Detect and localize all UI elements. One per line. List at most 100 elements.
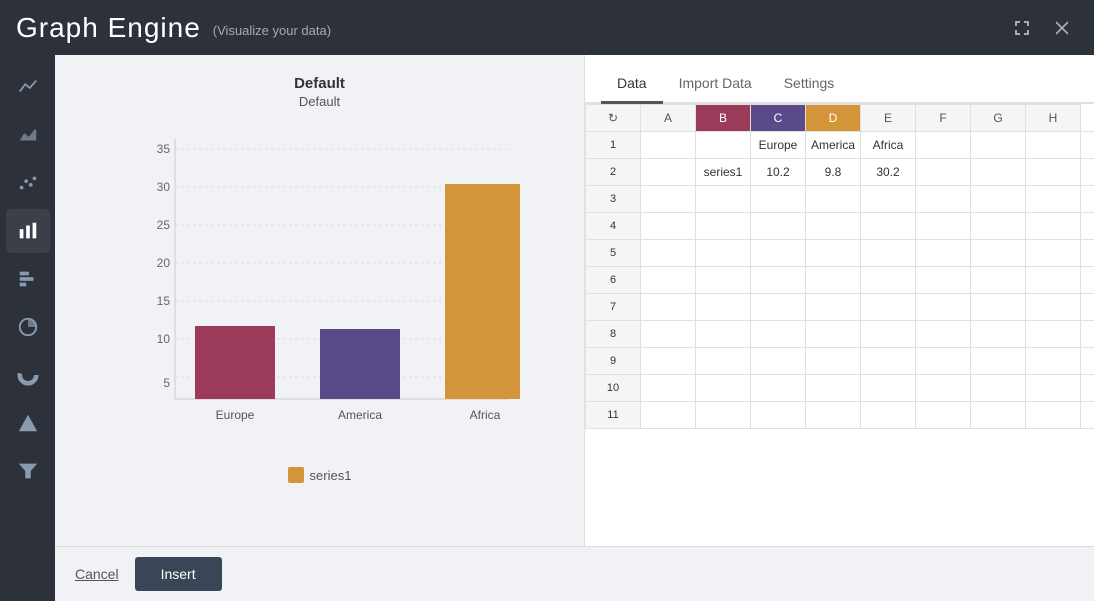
sidebar-item-scatter[interactable] [6, 161, 50, 205]
cell-r1-c6[interactable] [971, 132, 1026, 159]
cell-r3-c1[interactable] [696, 186, 751, 213]
cell-r2-c4[interactable]: 30.2 [861, 159, 916, 186]
cell-r7-c0[interactable] [641, 294, 696, 321]
cell-r5-c0[interactable] [641, 240, 696, 267]
cell-r4-c4[interactable] [861, 213, 916, 240]
cell-r5-c6[interactable] [971, 240, 1026, 267]
cell-r5-c7[interactable] [1026, 240, 1081, 267]
cell-r2-c6[interactable] [971, 159, 1026, 186]
spreadsheet-scroll[interactable]: ↻ A B C D E F G H 1 [585, 104, 1094, 549]
cell-r10-c8[interactable] [1081, 375, 1094, 402]
cell-r7-c2[interactable] [751, 294, 806, 321]
tab-data[interactable]: Data [601, 67, 663, 104]
cell-r8-c3[interactable] [806, 321, 861, 348]
cell-r11-c0[interactable] [641, 402, 696, 429]
cell-r9-c1[interactable] [696, 348, 751, 375]
cell-r10-c6[interactable] [971, 375, 1026, 402]
cell-r7-c5[interactable] [916, 294, 971, 321]
cell-r6-c3[interactable] [806, 267, 861, 294]
cell-r6-c6[interactable] [971, 267, 1026, 294]
cell-r10-c4[interactable] [861, 375, 916, 402]
close-button[interactable] [1046, 12, 1078, 44]
cell-r4-c8[interactable] [1081, 213, 1094, 240]
sidebar-item-bar[interactable] [6, 209, 50, 253]
cell-r10-c7[interactable] [1026, 375, 1081, 402]
cell-r8-c7[interactable] [1026, 321, 1081, 348]
cell-r8-c2[interactable] [751, 321, 806, 348]
cell-r8-c4[interactable] [861, 321, 916, 348]
cell-r4-c5[interactable] [916, 213, 971, 240]
cell-r9-c7[interactable] [1026, 348, 1081, 375]
cell-r10-c2[interactable] [751, 375, 806, 402]
cell-r4-c6[interactable] [971, 213, 1026, 240]
cell-r9-c8[interactable] [1081, 348, 1094, 375]
cell-r7-c3[interactable] [806, 294, 861, 321]
cell-r10-c1[interactable] [696, 375, 751, 402]
cell-r8-c5[interactable] [916, 321, 971, 348]
cell-r6-c7[interactable] [1026, 267, 1081, 294]
cell-r6-c2[interactable] [751, 267, 806, 294]
cell-r1-c8[interactable] [1081, 132, 1094, 159]
cell-r1-c2[interactable]: Europe [751, 132, 806, 159]
sidebar-item-hbar[interactable] [6, 257, 50, 301]
cell-r8-c0[interactable] [641, 321, 696, 348]
cell-r1-c0[interactable] [641, 132, 696, 159]
cell-r11-c6[interactable] [971, 402, 1026, 429]
cell-r9-c6[interactable] [971, 348, 1026, 375]
cell-r2-c5[interactable] [916, 159, 971, 186]
cell-r1-c4[interactable]: Africa [861, 132, 916, 159]
cell-r2-c7[interactable] [1026, 159, 1081, 186]
cell-r11-c8[interactable] [1081, 402, 1094, 429]
insert-button[interactable]: Insert [135, 557, 222, 591]
cell-r3-c4[interactable] [861, 186, 916, 213]
cell-r6-c4[interactable] [861, 267, 916, 294]
cell-r9-c5[interactable] [916, 348, 971, 375]
cell-r9-c4[interactable] [861, 348, 916, 375]
cell-r7-c7[interactable] [1026, 294, 1081, 321]
cell-r7-c4[interactable] [861, 294, 916, 321]
tab-import[interactable]: Import Data [663, 67, 768, 104]
cell-r3-c8[interactable] [1081, 186, 1094, 213]
cell-r11-c4[interactable] [861, 402, 916, 429]
cell-r6-c0[interactable] [641, 267, 696, 294]
cell-r4-c1[interactable] [696, 213, 751, 240]
cell-r5-c8[interactable] [1081, 240, 1094, 267]
cell-r3-c0[interactable] [641, 186, 696, 213]
sidebar-item-triangle[interactable] [6, 401, 50, 445]
cell-r2-c8[interactable] [1081, 159, 1094, 186]
cell-r4-c3[interactable] [806, 213, 861, 240]
cell-r4-c2[interactable] [751, 213, 806, 240]
cell-r1-c3[interactable]: America [806, 132, 861, 159]
cell-r8-c6[interactable] [971, 321, 1026, 348]
cell-r5-c1[interactable] [696, 240, 751, 267]
cell-r11-c2[interactable] [751, 402, 806, 429]
cell-r11-c7[interactable] [1026, 402, 1081, 429]
cell-r4-c0[interactable] [641, 213, 696, 240]
tab-settings[interactable]: Settings [768, 67, 851, 104]
cell-r2-c1[interactable]: series1 [696, 159, 751, 186]
cell-r6-c5[interactable] [916, 267, 971, 294]
cell-r7-c6[interactable] [971, 294, 1026, 321]
sidebar-item-line[interactable] [6, 65, 50, 109]
cell-r6-c1[interactable] [696, 267, 751, 294]
cell-r5-c5[interactable] [916, 240, 971, 267]
cell-r11-c3[interactable] [806, 402, 861, 429]
cell-r11-c1[interactable] [696, 402, 751, 429]
cell-r9-c0[interactable] [641, 348, 696, 375]
cell-r8-c1[interactable] [696, 321, 751, 348]
cell-r10-c5[interactable] [916, 375, 971, 402]
cell-r9-c3[interactable] [806, 348, 861, 375]
cell-r7-c8[interactable] [1081, 294, 1094, 321]
cell-r9-c2[interactable] [751, 348, 806, 375]
cell-r11-c5[interactable] [916, 402, 971, 429]
cell-r10-c3[interactable] [806, 375, 861, 402]
cell-r3-c6[interactable] [971, 186, 1026, 213]
cell-r3-c2[interactable] [751, 186, 806, 213]
cell-r1-c5[interactable] [916, 132, 971, 159]
cell-r3-c5[interactable] [916, 186, 971, 213]
sidebar-item-pie[interactable] [6, 305, 50, 349]
cancel-button[interactable]: Cancel [75, 566, 119, 582]
cell-r2-c0[interactable] [641, 159, 696, 186]
cell-r10-c0[interactable] [641, 375, 696, 402]
sidebar-item-donut[interactable] [6, 353, 50, 397]
